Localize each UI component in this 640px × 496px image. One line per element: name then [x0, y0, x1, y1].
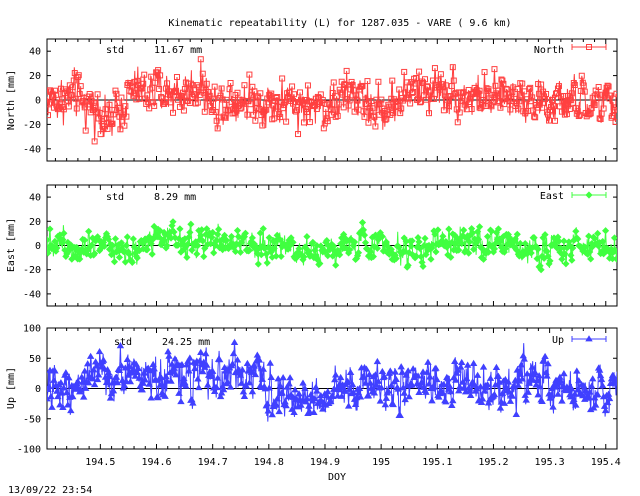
y-tick-label: 0 — [35, 96, 41, 107]
x-axis-label: DOY — [328, 472, 346, 483]
x-axis-tick-labels: 194.5 194.6 194.7 194.8 194.9 195 195.1 195.2 19… — [85, 457, 621, 468]
timestamp-footer: 13/09/22 23:54 — [8, 485, 92, 496]
chart-title: Kinematic repeatability (L) for 1287.035… — [168, 18, 511, 29]
x-tick-label: 195.1 — [422, 457, 452, 468]
north-std-value: 11.67 mm — [154, 45, 202, 56]
y-tick-label: 100 — [23, 324, 41, 335]
y-tick-label: -100 — [17, 445, 41, 456]
up-ylabel: Up [mm] — [6, 367, 17, 409]
y-tick-label: 40 — [29, 193, 41, 204]
x-tick-label: 195.2 — [478, 457, 508, 468]
y-tick-label: 20 — [29, 217, 41, 228]
east-ylabel: East [mm] — [6, 218, 17, 272]
y-tick-label: -20 — [23, 120, 41, 131]
y-tick-label: 0 — [35, 384, 41, 395]
north-panel: 40 20 0 -20 -40 North [mm] std 11.67 mm Nort… — [6, 38, 618, 162]
y-tick-label: -20 — [23, 265, 41, 276]
series-markers — [47, 338, 617, 418]
y-tick-label: -50 — [23, 414, 41, 425]
x-tick-label: 194.7 — [198, 457, 228, 468]
y-tick-label: 20 — [29, 71, 41, 82]
east-panel: 40 20 0 -20 -40 East [mm] std 8.29 mm East — [6, 184, 618, 307]
x-tick-label: 194.8 — [254, 457, 284, 468]
y-tick-label: 50 — [29, 354, 41, 365]
x-tick-label: 195 — [372, 457, 390, 468]
up-std-label: std — [114, 337, 132, 348]
up-std-value: 24.25 mm — [162, 337, 210, 348]
up-legend-label: Up — [552, 335, 564, 346]
x-tick-label: 194.5 — [85, 457, 115, 468]
y-tick-label: 0 — [35, 241, 41, 252]
up-panel: 100 50 0 -50 -100 Up [mm] std 24.25 mm Up — [6, 324, 618, 456]
north-legend-label: North — [534, 45, 564, 56]
x-tick-label: 194.9 — [310, 457, 340, 468]
y-tick-label: 40 — [29, 47, 41, 58]
north-legend-sample — [571, 44, 607, 50]
x-tick-label: 195.3 — [535, 457, 565, 468]
x-tick-label: 194.6 — [141, 457, 171, 468]
east-std-label: std — [106, 192, 124, 203]
east-std-value: 8.29 mm — [154, 192, 196, 203]
north-std-label: std — [106, 45, 124, 56]
up-legend-sample — [571, 335, 607, 342]
east-legend-sample — [571, 191, 607, 199]
y-tick-label: -40 — [23, 144, 41, 155]
up-series — [47, 338, 617, 422]
kinematic-chart: Kinematic repeatability (L) for 1287.035… — [6, 18, 621, 496]
x-tick-label: 195.4 — [591, 457, 621, 468]
east-legend-label: East — [540, 191, 564, 202]
y-tick-label: -40 — [23, 289, 41, 300]
north-ylabel: North [mm] — [6, 70, 17, 130]
